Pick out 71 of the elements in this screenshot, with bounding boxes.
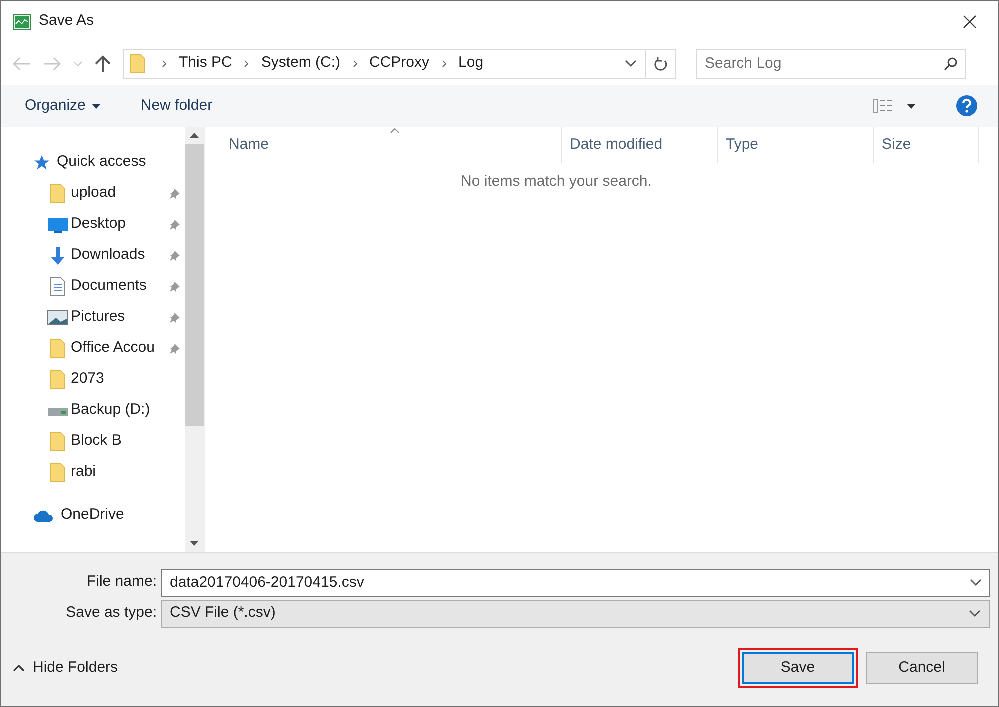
new-folder-button[interactable]: New folder: [140, 94, 213, 118]
nav-item[interactable]: Downloads: [1, 240, 185, 271]
chevron-down-icon: [970, 578, 982, 586]
folder-icon: [130, 54, 146, 74]
picture-icon: [47, 310, 69, 326]
pin-icon: [169, 188, 181, 200]
nav-item[interactable]: Desktop: [1, 209, 185, 240]
search-icon: [944, 56, 958, 70]
down-arrow-icon: [48, 246, 68, 266]
sort-caret-icon: [390, 128, 400, 133]
chevron-right-icon: [352, 60, 358, 68]
folder-icon: [50, 432, 66, 452]
nav-item[interactable]: Backup (D:): [1, 395, 185, 426]
breadcrumb-item[interactable]: Log: [456, 52, 486, 75]
breadcrumb-item[interactable]: System (C:): [259, 52, 343, 75]
nav-item[interactable]: Quick access: [1, 147, 185, 178]
folder-icon: [50, 338, 66, 358]
search-field[interactable]: Search Log: [696, 48, 966, 78]
nav-item[interactable]: rabi: [1, 457, 185, 488]
nav-item[interactable]: Pictures: [1, 302, 185, 333]
nav-item[interactable]: upload: [1, 178, 185, 209]
nav-item[interactable]: Block B: [1, 426, 185, 457]
document-icon: [50, 276, 66, 296]
star-icon: [33, 154, 51, 172]
chart-window-icon: [13, 14, 31, 30]
column-header[interactable]: Type: [718, 127, 874, 163]
monitor-icon: [47, 216, 69, 232]
nav-item[interactable]: Documents: [1, 271, 185, 302]
caret-icon: [92, 104, 101, 108]
chevron-down-icon: [969, 610, 981, 618]
hide-folders-button[interactable]: Hide Folders: [13, 656, 118, 680]
breadcrumb-item[interactable]: CCProxy: [368, 52, 432, 75]
file-name-label: File name:: [86, 572, 157, 592]
organize-button[interactable]: Organize: [25, 94, 101, 118]
pin-icon: [169, 280, 181, 292]
cancel-button[interactable]: Cancel: [866, 652, 978, 684]
refresh-icon[interactable]: [654, 56, 668, 72]
column-header[interactable]: Name: [205, 127, 562, 163]
chevron-up-icon: [13, 664, 25, 672]
empty-message: No items match your search.: [460, 172, 653, 192]
up-arrow-icon[interactable]: [95, 54, 111, 72]
pin-icon: [169, 342, 181, 354]
pin-icon: [169, 218, 181, 230]
nav-item[interactable]: Office Accou: [1, 333, 185, 364]
nav-item[interactable]: OneDrive: [1, 500, 185, 531]
column-header[interactable]: Size: [874, 127, 979, 163]
chevron-right-icon: [244, 60, 250, 68]
chevron-right-icon: [162, 60, 167, 68]
folder-icon: [50, 184, 66, 204]
chevron-down-icon[interactable]: [625, 60, 637, 68]
pin-icon: [169, 250, 181, 262]
file-name-field[interactable]: data20170406-20170415.csv: [161, 568, 990, 596]
nav-item[interactable]: 2073: [1, 364, 185, 395]
chevron-right-icon: [442, 60, 447, 68]
folder-icon: [50, 370, 66, 390]
folder-icon: [50, 462, 66, 482]
caret-icon: [907, 104, 916, 108]
save-type-dropdown[interactable]: CSV File (*.csv): [161, 600, 990, 628]
scroll-up-icon: [190, 133, 199, 138]
view-options-icon[interactable]: [873, 99, 895, 113]
scrollbar[interactable]: [185, 127, 204, 552]
save-type-label: Save as type:: [65, 603, 157, 624]
window-title: Save As: [39, 11, 94, 32]
column-header[interactable]: Date modified: [562, 127, 718, 163]
scroll-down-icon: [190, 541, 199, 546]
help-icon[interactable]: [956, 95, 978, 117]
cloud-icon: [33, 508, 55, 522]
close-icon: [963, 14, 977, 28]
pin-icon: [169, 312, 181, 324]
breadcrumb-item[interactable]: This PC: [177, 52, 234, 75]
address-bar[interactable]: This PC System (C:) CCProxy Log: [123, 48, 676, 78]
